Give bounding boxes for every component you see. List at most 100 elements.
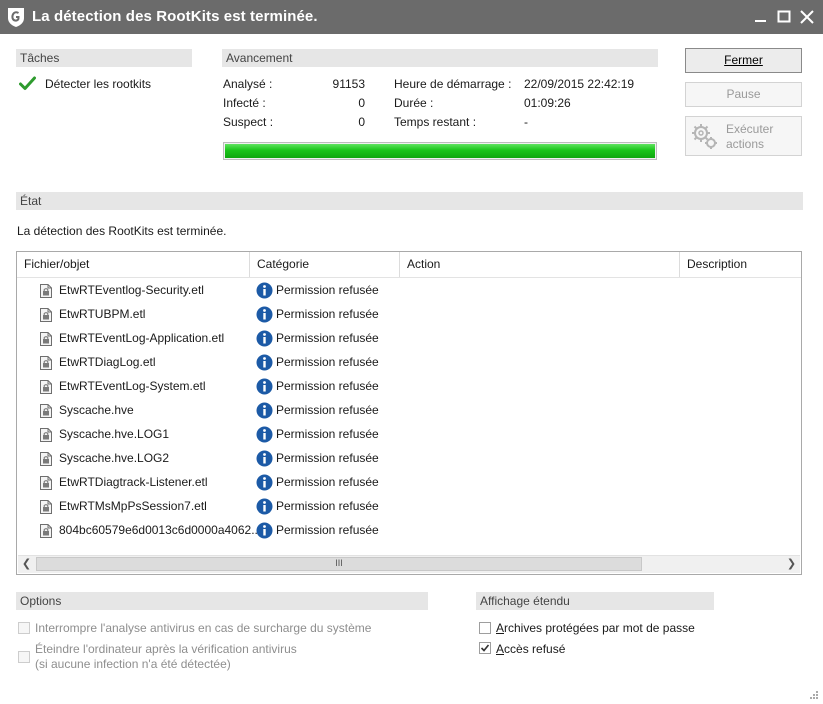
scroll-thumb[interactable]: III <box>36 557 642 571</box>
start-time-value: 22/09/2015 22:42:19 <box>524 77 635 91</box>
category-text: Permission refusée <box>276 475 379 489</box>
scan-progress-bar <box>223 142 657 160</box>
options-header: Options <box>16 592 428 610</box>
file-name: EtwRTMsMpPsSession7.etl <box>59 499 207 513</box>
locked-file-icon <box>40 404 52 418</box>
remaining-value: - <box>524 115 528 129</box>
file-name: EtwRTDiagtrack-Listener.etl <box>59 475 208 489</box>
suspect-value: 0 <box>358 115 365 129</box>
state-message: La détection des RootKits est terminée. <box>17 224 227 238</box>
info-icon <box>256 378 273 395</box>
gdata-shield-icon <box>8 8 24 27</box>
protected-archives-label: Archives protégées par mot de passe <box>496 621 695 635</box>
shutdown-checkbox[interactable] <box>18 651 30 663</box>
locked-file-icon <box>40 452 52 466</box>
shutdown-label-line2: (si aucune infection n'a été détectée) <box>35 657 231 671</box>
interrupt-scan-checkbox[interactable] <box>18 622 30 634</box>
table-row[interactable]: Syscache.hve Permission refusée <box>17 399 801 423</box>
checkbox-check-icon <box>480 644 490 652</box>
horizontal-scrollbar[interactable]: ❮ III ❯ <box>18 555 800 573</box>
locked-file-icon <box>40 476 52 490</box>
state-header: État <box>16 192 803 210</box>
file-name: EtwRTEventLog-System.etl <box>59 379 206 393</box>
scan-progress-fill <box>225 144 655 158</box>
scroll-right-icon[interactable]: ❯ <box>783 556 800 573</box>
category-text: Permission refusée <box>276 499 379 513</box>
info-icon <box>256 498 273 515</box>
locked-file-icon <box>40 284 52 298</box>
scroll-thumb-grip: III <box>335 558 343 568</box>
analyzed-value: 91153 <box>332 77 365 91</box>
close-icon[interactable] <box>797 7 817 27</box>
analyzed-label: Analysé : <box>223 77 273 91</box>
execute-actions-label-1: Exécuter <box>726 122 774 136</box>
locked-file-icon <box>40 428 52 442</box>
gears-icon <box>692 124 717 149</box>
close-button-label: Fermer <box>724 53 763 67</box>
category-text: Permission refusée <box>276 523 379 537</box>
suspect-label: Suspect : <box>223 115 274 129</box>
info-icon <box>256 330 273 347</box>
file-name: Syscache.hve <box>59 403 134 417</box>
column-category[interactable]: Catégorie <box>250 252 400 277</box>
category-text: Permission refusée <box>276 379 379 393</box>
locked-file-icon <box>40 500 52 514</box>
info-icon <box>256 402 273 419</box>
table-row[interactable]: Syscache.hve.LOG1 Permission refusée <box>17 423 801 447</box>
pause-button[interactable]: Pause <box>685 82 802 107</box>
category-text: Permission refusée <box>276 427 379 441</box>
start-time-label: Heure de démarrage : <box>394 77 512 91</box>
infected-value: 0 <box>358 96 365 110</box>
locked-file-icon <box>40 308 52 322</box>
file-name: EtwRTDiagLog.etl <box>59 355 156 369</box>
category-text: Permission refusée <box>276 355 379 369</box>
info-icon <box>256 426 273 443</box>
access-denied-checkbox[interactable] <box>479 642 491 654</box>
info-icon <box>256 522 273 539</box>
locked-file-icon <box>40 332 52 346</box>
checkmark-icon <box>19 76 36 90</box>
table-row[interactable]: EtwRTEventLog-Application.etl Permission … <box>17 327 801 351</box>
file-name: Syscache.hve.LOG1 <box>59 427 170 441</box>
table-row[interactable]: EtwRTUBPM.etl Permission refusée <box>17 303 801 327</box>
close-button[interactable]: Fermer <box>685 48 802 73</box>
remaining-label: Temps restant : <box>394 115 477 129</box>
results-table[interactable]: Fichier/objet Catégorie Action Descripti… <box>16 251 802 575</box>
protected-archives-checkbox[interactable] <box>479 622 491 634</box>
maximize-icon[interactable] <box>774 7 794 27</box>
scroll-left-icon[interactable]: ❮ <box>18 556 35 573</box>
info-icon <box>256 354 273 371</box>
column-action[interactable]: Action <box>400 252 680 277</box>
category-text: Permission refusée <box>276 331 379 345</box>
execute-actions-button[interactable]: Exécuter actions <box>685 116 802 156</box>
table-row[interactable]: EtwRTDiagtrack-Listener.etl Permission re… <box>17 471 801 495</box>
table-row[interactable]: EtwRTEventLog-System.etl Permission refus… <box>17 375 801 399</box>
resize-grip-icon[interactable] <box>809 690 819 700</box>
table-row[interactable]: EtwRTEventlog-Security.etl Permission ref… <box>17 279 801 303</box>
file-name: EtwRTEventlog-Security.etl <box>59 283 204 297</box>
table-row[interactable]: EtwRTDiagLog.etl Permission refusée <box>17 351 801 375</box>
info-icon <box>256 282 273 299</box>
tasks-header: Tâches <box>16 49 192 67</box>
task-detect-rootkits: Détecter les rootkits <box>45 77 152 91</box>
interrupt-scan-label: Interrompre l'analyse antivirus en cas d… <box>35 621 372 635</box>
access-denied-label: Accès refusé <box>496 642 566 656</box>
table-row[interactable]: EtwRTMsMpPsSession7.etl Permission refusé… <box>17 495 801 519</box>
extended-view-header: Affichage étendu <box>476 592 714 610</box>
column-file[interactable]: Fichier/objet <box>17 252 250 277</box>
duration-value: 01:09:26 <box>524 96 571 110</box>
table-header: Fichier/objet Catégorie Action Descripti… <box>17 252 801 278</box>
minimize-icon[interactable] <box>751 7 771 27</box>
category-text: Permission refusée <box>276 403 379 417</box>
info-icon <box>256 450 273 467</box>
category-text: Permission refusée <box>276 307 379 321</box>
title-bar: La détection des RootKits est terminée. <box>0 0 823 34</box>
table-row[interactable]: 804bc60579e6d0013c6d0000a4062... Permissi… <box>17 519 801 543</box>
info-icon <box>256 474 273 491</box>
file-name: EtwRTUBPM.etl <box>59 307 146 321</box>
file-name: 804bc60579e6d0013c6d0000a4062... <box>59 523 262 537</box>
shutdown-label-line1: Éteindre l'ordinateur après la vérificat… <box>35 642 297 656</box>
column-description[interactable]: Description <box>680 252 801 277</box>
table-row[interactable]: Syscache.hve.LOG2 Permission refusée <box>17 447 801 471</box>
duration-label: Durée : <box>394 96 434 110</box>
